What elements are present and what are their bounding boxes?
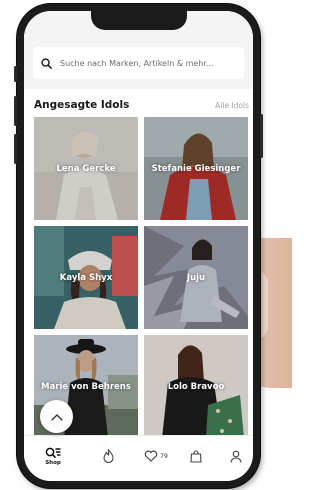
power-button — [260, 114, 263, 158]
search-bar[interactable] — [33, 47, 244, 79]
phone-frame: Angesagte Idols Alle Idols Lena Gercke — [14, 4, 263, 488]
idol-name: Kayla Shyx — [59, 272, 113, 283]
idol-card-lena-gercke[interactable]: Lena Gercke — [34, 117, 138, 220]
idol-card-kayla-shyx[interactable]: Kayla Shyx — [34, 226, 138, 329]
idol-name: Juju — [186, 272, 206, 283]
bottom-tab-bar: Shop 79 — [24, 435, 253, 481]
search-icon — [41, 57, 52, 69]
tab-shop[interactable]: Shop — [36, 436, 70, 476]
volume-up-button — [14, 96, 17, 126]
tab-trending[interactable] — [96, 436, 120, 476]
idol-name: Stefanie Giesinger — [151, 163, 241, 174]
idol-card-juju[interactable]: Juju — [144, 226, 248, 329]
chevron-up-icon — [50, 413, 63, 421]
phone-notch — [91, 11, 187, 30]
heart-icon — [144, 450, 158, 462]
shop-icon — [45, 447, 61, 458]
section-title: Angesagte Idols — [34, 99, 130, 111]
idol-card-stefanie-giesinger[interactable]: Stefanie Giesinger — [144, 117, 248, 220]
volume-down-button — [14, 134, 17, 164]
flame-icon — [102, 449, 114, 463]
scroll-to-top-button[interactable] — [40, 400, 73, 433]
idols-section-header: Angesagte Idols Alle Idols — [34, 99, 249, 111]
idol-name: Lolo Bravoo — [167, 381, 225, 392]
tab-label: Shop — [45, 459, 61, 466]
tab-cart[interactable] — [184, 436, 208, 476]
profile-icon — [230, 450, 242, 463]
search-input[interactable] — [60, 58, 230, 68]
bag-icon — [190, 449, 202, 463]
wishlist-count: 79 — [160, 452, 168, 460]
idol-name: Marie von Behrens — [41, 381, 131, 392]
tab-wishlist[interactable]: 79 — [136, 436, 176, 476]
app-screen: Angesagte Idols Alle Idols Lena Gercke — [24, 11, 253, 481]
idol-name: Lena Gercke — [56, 163, 116, 174]
mute-switch — [14, 66, 17, 82]
all-idols-link[interactable]: Alle Idols — [215, 101, 249, 110]
tab-profile[interactable] — [224, 436, 248, 476]
idol-card-lolo-bravoo[interactable]: Lolo Bravoo — [144, 335, 248, 438]
